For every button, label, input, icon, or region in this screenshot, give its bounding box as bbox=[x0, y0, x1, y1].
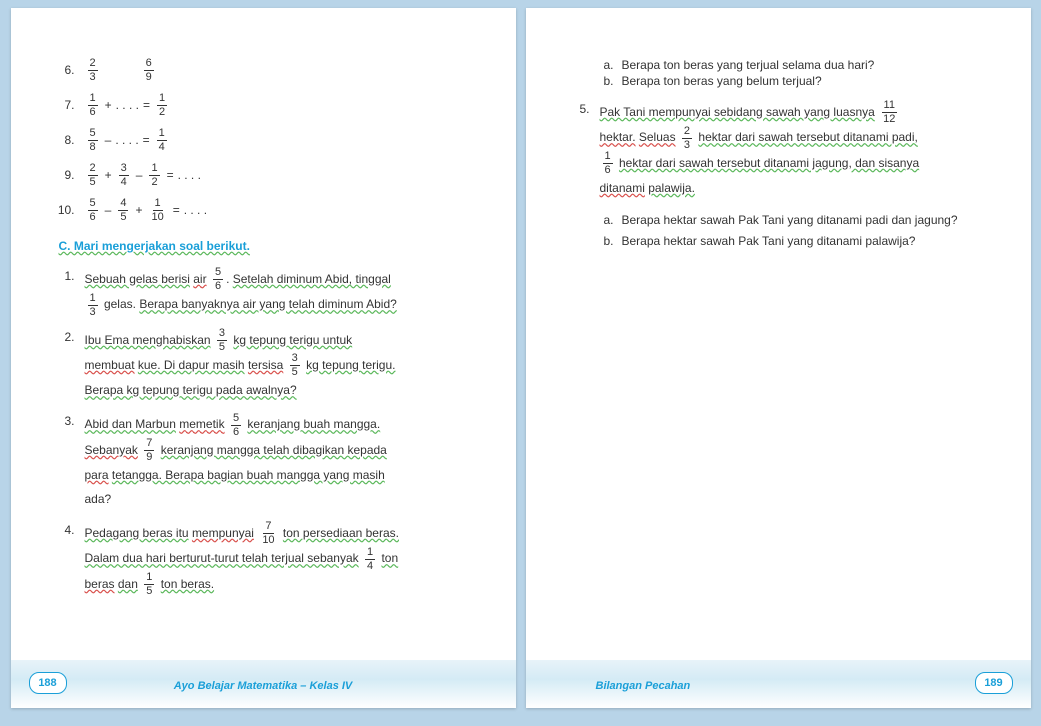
blank-dots: . . . . bbox=[184, 201, 207, 220]
item-number: 2. bbox=[51, 328, 75, 347]
word-problem-item: 1. Sebuah gelas berisi air 56. Setelah di… bbox=[51, 267, 476, 318]
page-left: 6.23697.16+. . . .=128.58–. . . .=149.25… bbox=[11, 8, 516, 708]
item-number: 5. bbox=[566, 100, 590, 119]
operator: = bbox=[173, 201, 180, 220]
sub-item: a.Berapa hektar sawah Pak Tani yang dita… bbox=[604, 211, 991, 230]
item-number: 6. bbox=[51, 61, 75, 80]
word-problem-item: 2. Ibu Ema menghabiskan 35 kg tepung teri… bbox=[51, 328, 476, 403]
operator: + bbox=[105, 166, 112, 185]
footer-title-right: Bilangan Pecahan bbox=[596, 680, 691, 692]
operator: = bbox=[167, 166, 174, 185]
sub-text: Berapa ton beras yang terjual selama dua… bbox=[622, 58, 875, 72]
fraction: 23 bbox=[88, 58, 98, 83]
exercise-item: 6. 23 69 bbox=[51, 58, 476, 83]
footer-left: 188 Ayo Belajar Matematika – Kelas IV bbox=[11, 660, 516, 708]
page-number-right: 189 bbox=[975, 672, 1013, 694]
sub-item: b.Berapa hektar sawah Pak Tani yang dita… bbox=[604, 232, 991, 251]
fraction: 12 bbox=[149, 163, 159, 188]
section-c-title: C. Mari mengerjakan soal berikut. bbox=[59, 239, 476, 253]
sub-text: Berapa hektar sawah Pak Tani yang ditana… bbox=[622, 232, 916, 251]
operator: + bbox=[135, 201, 142, 220]
item-number: 7. bbox=[51, 96, 75, 115]
operator: – bbox=[105, 131, 112, 150]
word-problem-item: 4. Pedagang beras itu mempunyai 710 ton p… bbox=[51, 521, 476, 597]
exercise-item: 9. 25 +34–12 =. . . . bbox=[51, 163, 476, 188]
problem-text: Abid dan Marbun memetik 56 keranjang bua… bbox=[85, 412, 387, 511]
fraction: 14 bbox=[157, 128, 167, 153]
fraction: 45 bbox=[118, 198, 128, 223]
sub-letter: b. bbox=[604, 74, 622, 88]
fraction: 56 bbox=[88, 198, 98, 223]
operator: = bbox=[143, 96, 150, 115]
fraction: 12 bbox=[157, 93, 167, 118]
sub-letter: b. bbox=[604, 232, 622, 251]
footer-right: Bilangan Pecahan 189 bbox=[526, 660, 1031, 708]
item-number: 9. bbox=[51, 166, 75, 185]
item-number: 8. bbox=[51, 131, 75, 150]
fraction: 16 bbox=[88, 93, 98, 118]
q4-continuation: a.Berapa ton beras yang terjual selama d… bbox=[600, 58, 991, 88]
fraction: 34 bbox=[119, 163, 129, 188]
exercise-list: 6.23697.16+. . . .=128.58–. . . .=149.25… bbox=[51, 58, 476, 223]
exercise-item: 7. 16 +. . . .= 12 bbox=[51, 93, 476, 118]
sub-item: b.Berapa ton beras yang belum terjual? bbox=[604, 74, 991, 88]
fraction: 110 bbox=[149, 198, 165, 223]
sub-item: a.Berapa ton beras yang terjual selama d… bbox=[604, 58, 991, 72]
sub-text: Berapa hektar sawah Pak Tani yang ditana… bbox=[622, 211, 958, 230]
footer-title-left: Ayo Belajar Matematika – Kelas IV bbox=[174, 680, 353, 692]
exercise-item: 10. 56–45 +110 =. . . . bbox=[51, 198, 476, 223]
problem-text: Sebuah gelas berisi air 56. Setelah dimi… bbox=[85, 267, 397, 318]
problem-text: Pedagang beras itu mempunyai 710 ton per… bbox=[85, 521, 400, 597]
item-number: 4. bbox=[51, 521, 75, 540]
exercise-item: 8. 58–. . . . = 14 bbox=[51, 128, 476, 153]
fraction: 69 bbox=[144, 58, 154, 83]
page-number-left: 188 bbox=[29, 672, 67, 694]
blank-dots: . . . . bbox=[178, 166, 201, 185]
fraction: 25 bbox=[88, 163, 98, 188]
page-right: a.Berapa ton beras yang terjual selama d… bbox=[526, 8, 1031, 708]
operator: – bbox=[136, 166, 143, 185]
fraction: 58 bbox=[88, 128, 98, 153]
item-number: 3. bbox=[51, 412, 75, 431]
sub-letter: a. bbox=[604, 58, 622, 72]
operator: + bbox=[105, 96, 112, 115]
word-problem-item: 3. Abid dan Marbun memetik 56 keranjang b… bbox=[51, 412, 476, 511]
word-problems-left: 1. Sebuah gelas berisi air 56. Setelah di… bbox=[51, 267, 476, 597]
sub-letter: a. bbox=[604, 211, 622, 230]
q5-subs: a.Berapa hektar sawah Pak Tani yang dita… bbox=[600, 211, 991, 251]
q5-body: Pak Tani mempunyai sebidang sawah yang l… bbox=[600, 100, 920, 201]
sub-text: Berapa ton beras yang belum terjual? bbox=[622, 74, 822, 88]
blank-dots: . . . . bbox=[116, 96, 139, 115]
operator: – bbox=[105, 201, 112, 220]
item-number: 1. bbox=[51, 267, 75, 286]
word-problem-5: 5. Pak Tani mempunyai sebidang sawah yan… bbox=[566, 100, 991, 252]
blank-dots: . . . . bbox=[115, 131, 138, 150]
operator: = bbox=[143, 131, 150, 150]
item-number: 10. bbox=[51, 201, 75, 220]
problem-text: Ibu Ema menghabiskan 35 kg tepung terigu… bbox=[85, 328, 396, 403]
